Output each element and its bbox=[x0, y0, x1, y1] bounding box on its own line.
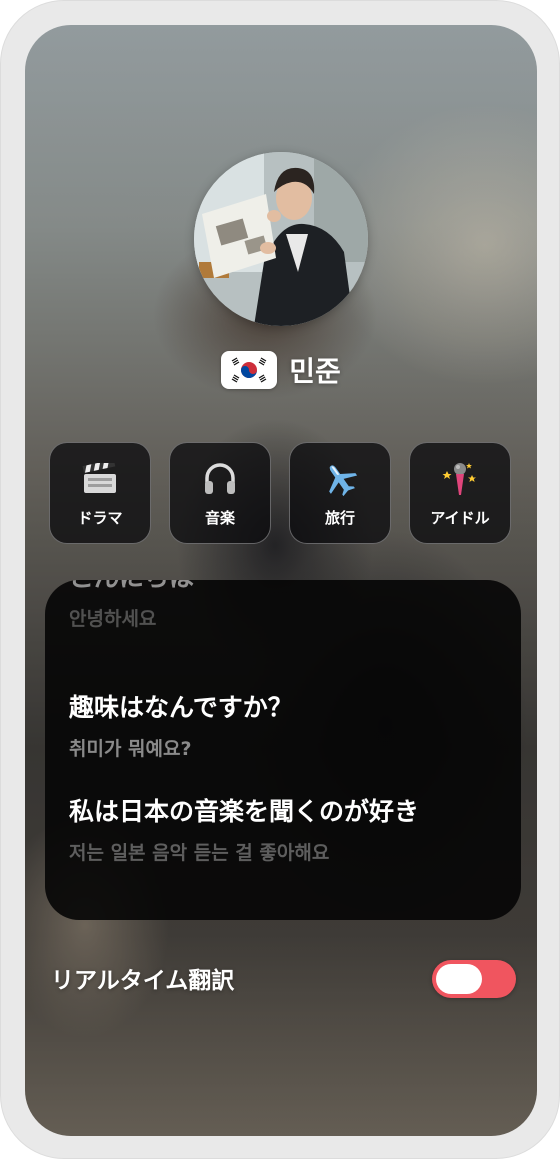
realtime-translation-toggle[interactable] bbox=[432, 960, 516, 998]
phrase-panel[interactable]: こんにちは 안녕하세요 趣味はなんですか？ 취미가 뭐예요? 私は日本の音楽を聞… bbox=[45, 580, 521, 920]
profile-name: 민준 bbox=[289, 355, 341, 388]
phrase-item[interactable]: 趣味はなんですか？ 취미가 뭐예요? bbox=[69, 688, 293, 761]
phrase-item[interactable]: 私は日本の音楽を聞くのが好き 저는 일본 음악 듣는 걸 좋아해요 bbox=[69, 792, 419, 865]
microphone-icon bbox=[440, 459, 480, 499]
realtime-translation-label: リアルタイム翻訳 bbox=[51, 968, 235, 994]
phrase-japanese: 私は日本の音楽を聞くのが好き bbox=[69, 797, 420, 826]
profile-header: 민준 bbox=[25, 347, 537, 393]
phrase-korean: 안녕하세요 bbox=[69, 608, 157, 630]
category-drama-button[interactable]: ドラマ bbox=[49, 442, 151, 544]
category-label: 音楽 bbox=[204, 508, 235, 527]
category-travel-button[interactable]: 旅行 bbox=[289, 442, 391, 544]
headphones-icon bbox=[200, 459, 240, 499]
avatar[interactable] bbox=[194, 152, 368, 326]
app-screen: 민준 ドラマ 音楽 旅行 アイドル 안녕하세요 趣味はなんですか？ 취미가 뭐예… bbox=[25, 25, 537, 1136]
category-label: 旅行 bbox=[324, 508, 355, 527]
category-idol-button[interactable]: アイドル bbox=[409, 442, 511, 544]
phrase-korean: 취미가 뭐예요? bbox=[69, 738, 192, 760]
category-label: ドラマ bbox=[77, 508, 123, 527]
phrase-japanese: こんにちは bbox=[69, 580, 194, 594]
clapperboard-icon bbox=[80, 459, 120, 499]
phrase-japanese: 趣味はなんですか？ bbox=[69, 693, 293, 722]
phrase-korean: 저는 일본 음악 듣는 걸 좋아해요 bbox=[69, 842, 330, 864]
category-label: アイドル bbox=[430, 508, 490, 527]
korea-flag-icon bbox=[221, 351, 278, 389]
category-list: ドラマ 音楽 旅行 アイドル bbox=[49, 442, 513, 544]
airplane-icon bbox=[320, 459, 360, 499]
category-music-button[interactable]: 音楽 bbox=[169, 442, 271, 544]
phrase-item[interactable]: こんにちは 안녕하세요 bbox=[69, 580, 194, 631]
toggle-knob[interactable] bbox=[436, 964, 482, 994]
phone-frame: 민준 ドラマ 音楽 旅行 アイドル 안녕하세요 趣味はなんですか？ 취미가 뭐예… bbox=[0, 0, 560, 1159]
